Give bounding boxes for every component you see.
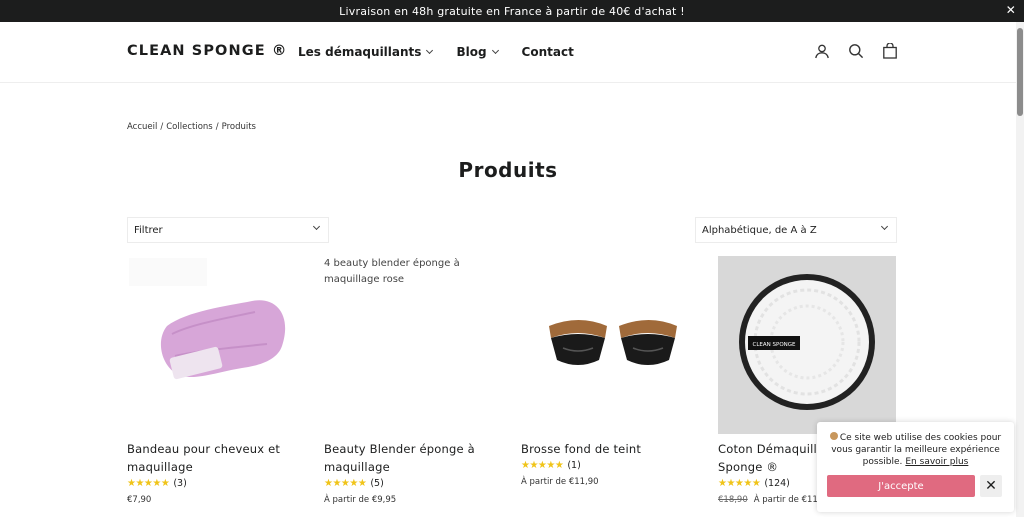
product-image-cotton-pad[interactable]: CLEAN SPONGE <box>718 256 896 434</box>
star-rating-icon: ★★★★★ <box>324 478 367 489</box>
old-price: €18,90 <box>718 495 748 505</box>
chevron-down-icon <box>312 222 321 231</box>
review-count: (124) <box>764 478 790 489</box>
breadcrumb-separator: / <box>215 122 219 132</box>
site-logo[interactable]: CLEAN SPONGE ® <box>127 43 287 59</box>
breadcrumb: Accueil / Collections / Produits <box>127 122 259 132</box>
chevron-down-icon <box>426 46 434 55</box>
review-count: (5) <box>370 478 384 489</box>
nav-item-label: Contact <box>521 45 574 59</box>
product-rating: ★★★★★ (3) <box>127 478 305 489</box>
cookie-banner: Ce site web utilise des cookies pour vou… <box>817 422 1014 512</box>
breadcrumb-home[interactable]: Accueil <box>127 122 157 132</box>
broken-image-alt-text: 4 beauty blender éponge à maquillage ros… <box>324 258 460 285</box>
page-scrollbar[interactable] <box>1016 22 1024 517</box>
cookie-icon <box>829 432 838 440</box>
product-name[interactable]: Beauty Blender éponge à maquillage <box>324 440 502 476</box>
chevron-down-icon <box>880 222 889 231</box>
nav-item-label: Les démaquillants <box>298 45 422 59</box>
nav-item-demaquillants[interactable]: Les démaquillants <box>298 45 434 59</box>
star-rating-icon: ★★★★★ <box>521 460 564 471</box>
product-rating: ★★★★★ (1) <box>521 460 699 471</box>
search-icon[interactable] <box>848 43 864 59</box>
sort-label: Alphabétique, de A à Z <box>702 224 817 236</box>
nav-item-label: Blog <box>456 45 487 59</box>
product-card[interactable]: Brosse fond de teint ★★★★★ (1) À partir … <box>521 256 699 487</box>
product-card[interactable]: 4 beauty blender éponge à maquillage ros… <box>324 256 502 505</box>
filter-label: Filtrer <box>134 224 163 236</box>
breadcrumb-current: Produits <box>221 122 256 132</box>
product-name[interactable]: Bandeau pour cheveux et maquillage <box>127 440 305 476</box>
page-title: Produits <box>458 158 558 182</box>
product-name[interactable]: Brosse fond de teint <box>521 440 699 458</box>
review-count: (1) <box>567 460 581 471</box>
product-price: À partir de €11,90 <box>521 477 599 487</box>
breadcrumb-separator: / <box>160 122 164 132</box>
cart-icon[interactable] <box>882 43 898 59</box>
account-icon[interactable] <box>814 43 830 59</box>
announcement-bar: Livraison en 48h gratuite en France à pa… <box>0 0 1024 22</box>
cookie-learn-more-link[interactable]: En savoir plus <box>905 457 968 467</box>
product-rating: ★★★★★ (5) <box>324 478 502 489</box>
scrollbar-thumb[interactable] <box>1017 28 1023 116</box>
breadcrumb-collections[interactable]: Collections <box>166 122 212 132</box>
cookie-close-icon[interactable]: ✕ <box>980 475 1002 497</box>
product-card[interactable]: Bandeau pour cheveux et maquillage ★★★★★… <box>127 256 305 505</box>
product-image-headband[interactable] <box>127 256 305 434</box>
header-icons <box>814 43 898 59</box>
star-rating-icon: ★★★★★ <box>127 478 170 489</box>
nav-item-blog[interactable]: Blog <box>456 45 499 59</box>
filter-dropdown[interactable]: Filtrer <box>127 217 329 243</box>
chevron-down-icon <box>491 46 499 55</box>
sort-dropdown[interactable]: Alphabétique, de A à Z <box>695 217 897 243</box>
pad-label: CLEAN SPONGE <box>753 342 797 348</box>
announcement-text: Livraison en 48h gratuite en France à pa… <box>339 4 685 18</box>
review-count: (3) <box>173 478 187 489</box>
cookie-message: Ce site web utilise des cookies pour vou… <box>817 422 1014 468</box>
announcement-close-icon[interactable]: ✕ <box>1006 3 1016 17</box>
site-header: CLEAN SPONGE ® Les démaquillants Blog Co… <box>0 22 1016 83</box>
star-rating-icon: ★★★★★ <box>718 478 761 489</box>
product-price: €7,90 <box>127 495 152 505</box>
product-image-beauty-blender[interactable]: 4 beauty blender éponge à maquillage ros… <box>324 256 502 434</box>
cookie-accept-button[interactable]: J'accepte <box>827 475 975 497</box>
product-price: À partir de €9,95 <box>324 495 397 505</box>
nav-item-contact[interactable]: Contact <box>522 45 574 59</box>
main-nav: Les démaquillants Blog Contact <box>298 45 574 59</box>
product-image-brush[interactable] <box>521 256 699 434</box>
